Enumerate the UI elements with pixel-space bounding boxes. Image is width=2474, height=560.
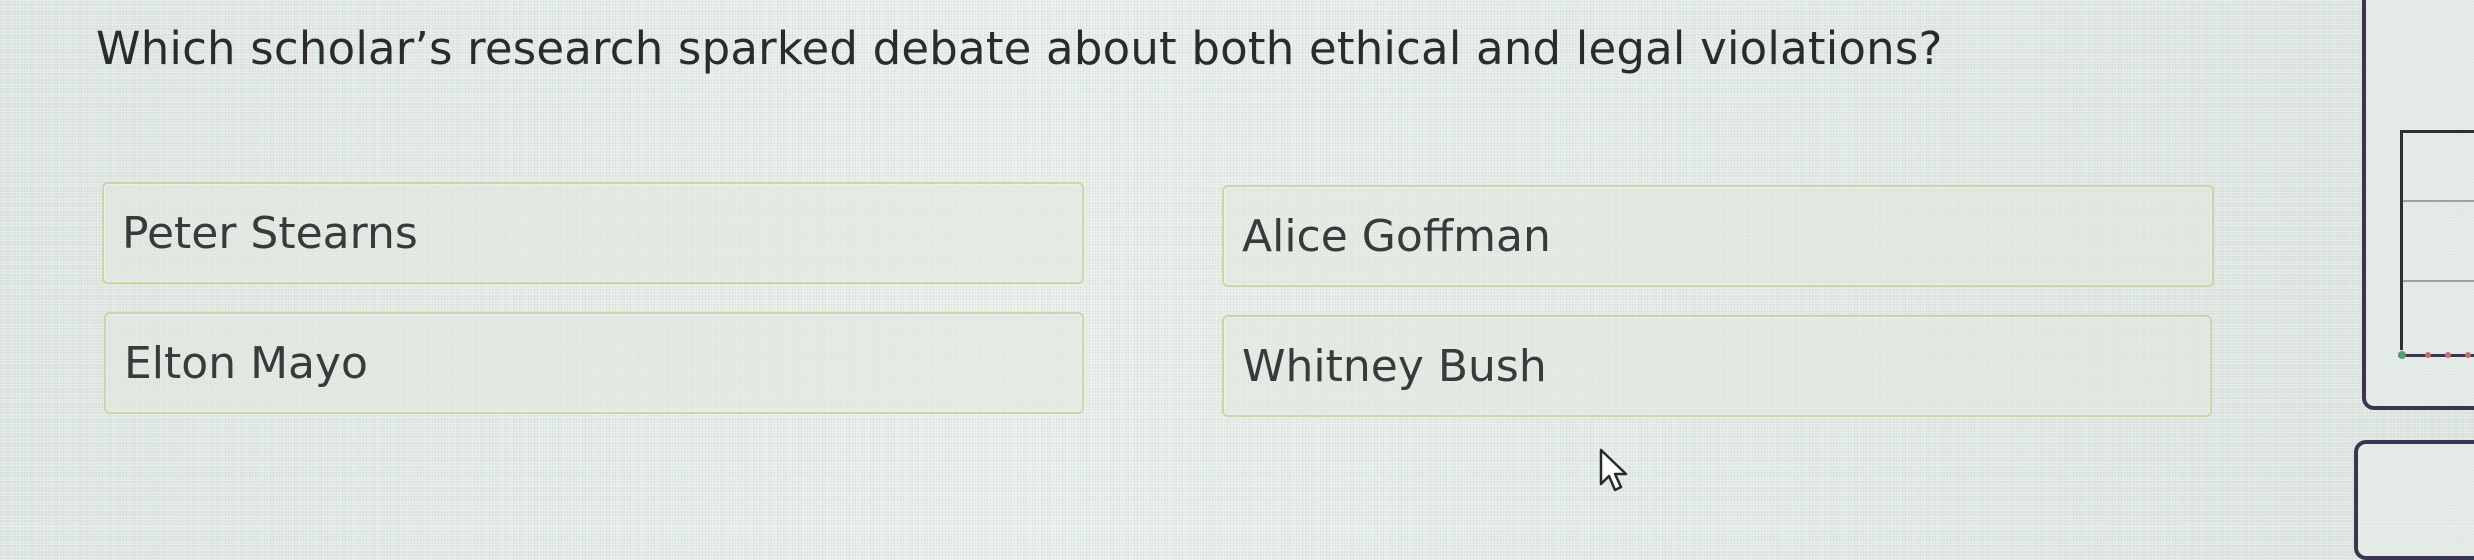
answer-option-label: Elton Mayo <box>124 337 368 389</box>
quiz-page: { "question": { "text": "Which scholar’s… <box>0 0 2474 560</box>
question-text: Which scholar’s research sparked debate … <box>96 22 1943 75</box>
side-panel-frame-lower[interactable] <box>2354 440 2474 560</box>
answer-option-label: Peter Stearns <box>122 207 418 259</box>
side-panel-gridline <box>2403 280 2474 282</box>
answer-option-label: Whitney Bush <box>1242 340 1547 392</box>
side-panel-gridline <box>2403 200 2474 202</box>
side-panel-progress-dots <box>2398 351 2474 359</box>
answer-option-label: Alice Goffman <box>1242 210 1551 262</box>
answer-option-whitney-bush[interactable]: Whitney Bush <box>1222 315 2212 417</box>
answer-option-peter-stearns[interactable]: Peter Stearns <box>102 182 1084 284</box>
side-panel-graph <box>2400 130 2474 350</box>
pointer-cursor-icon <box>1599 448 1628 492</box>
answer-option-alice-goffman[interactable]: Alice Goffman <box>1222 185 2214 287</box>
answer-option-elton-mayo[interactable]: Elton Mayo <box>104 312 1084 414</box>
